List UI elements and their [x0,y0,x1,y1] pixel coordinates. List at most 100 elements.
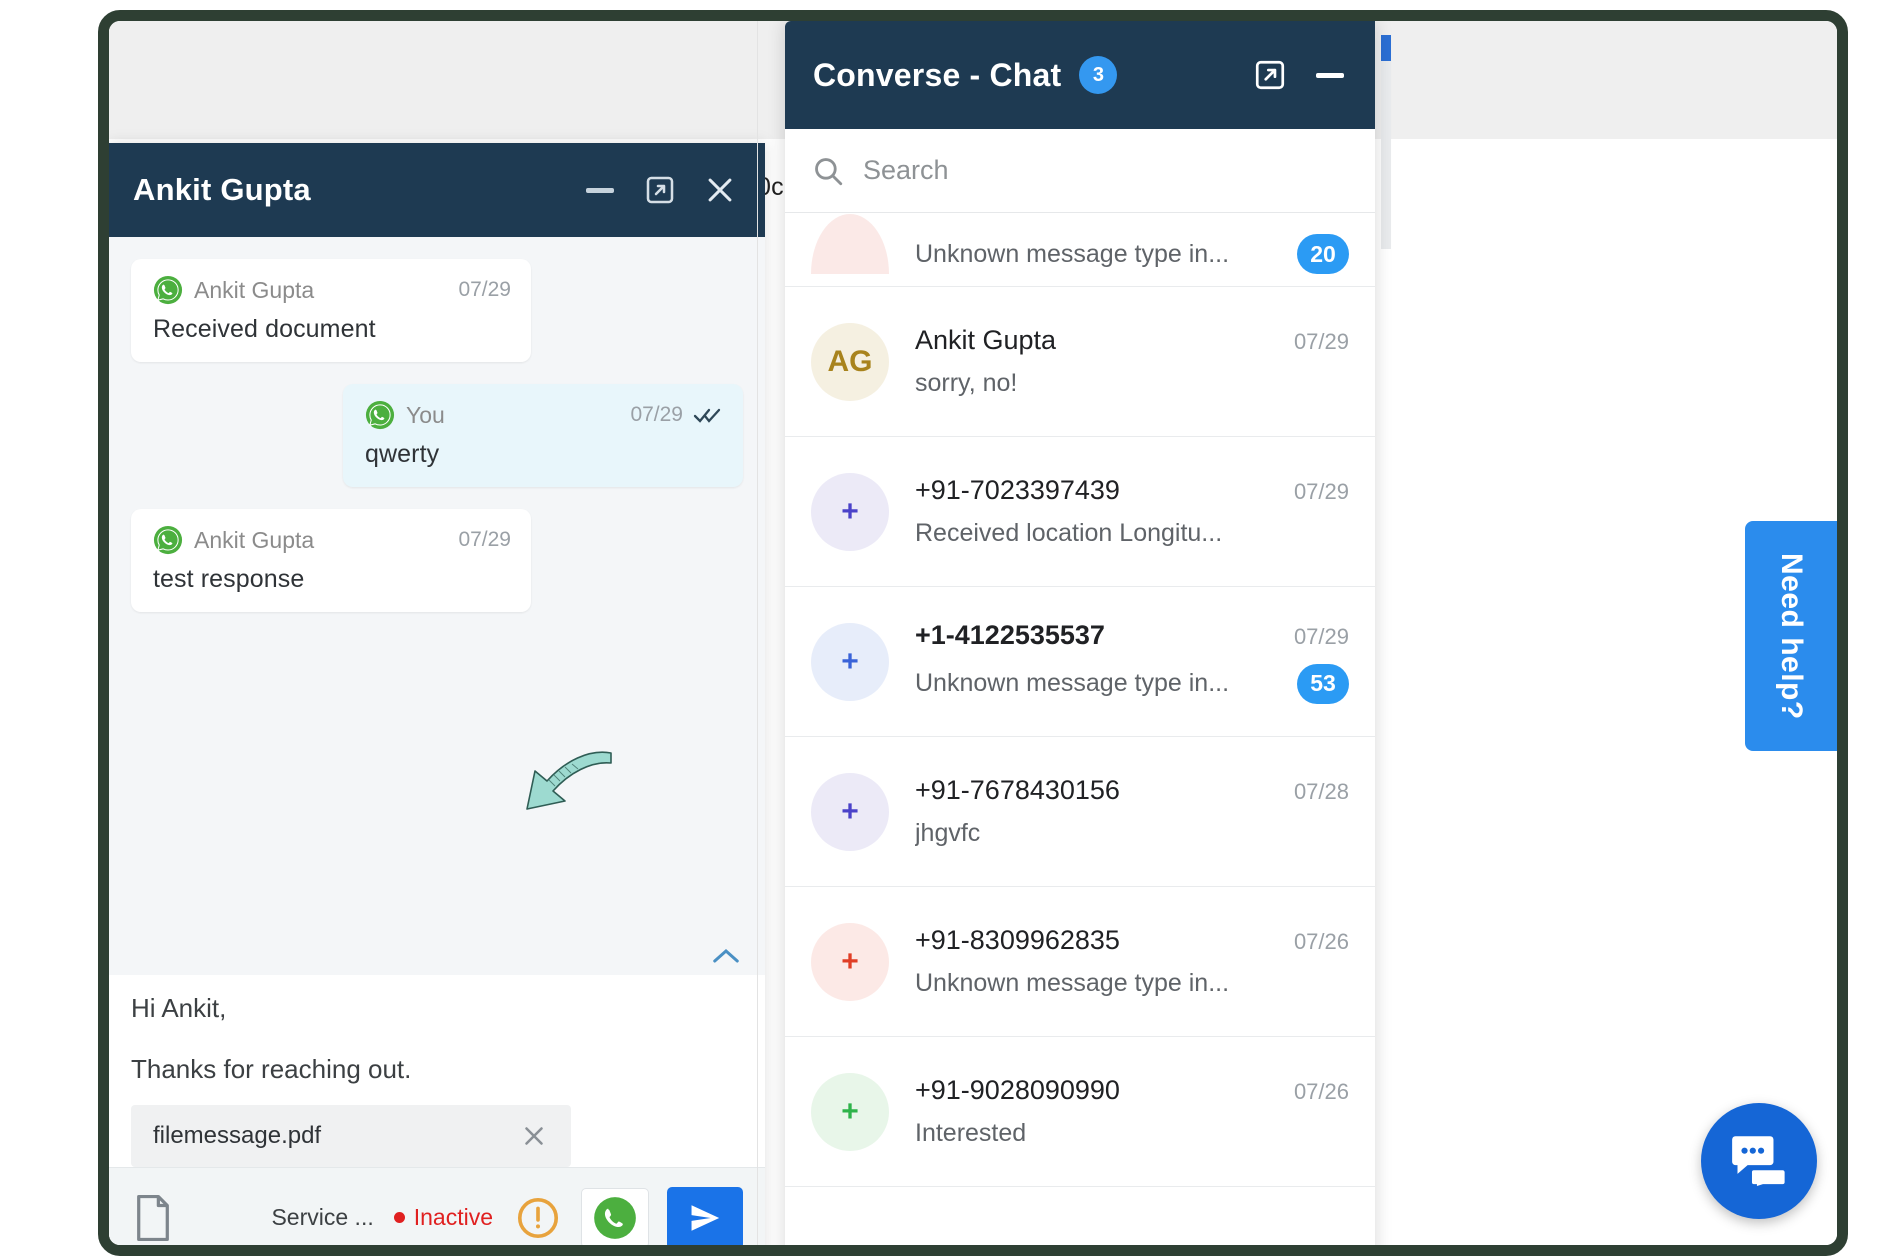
list-item-name: +91-7678430156 [915,775,1120,805]
list-item-preview-row: Unknown message type in... 20 [915,234,1349,274]
avatar-initials: + [841,644,859,678]
list-item[interactable]: Unknown message type in... 20 [785,213,1375,287]
list-item-content: Ankit Gupta 07/29 sorry, no! [915,325,1349,398]
list-item-title-row: +91-8309962835 07/26 [915,925,1349,956]
frame-inner: 0c Ankit Gupta Ankit Gupta 07/29 Receive… [109,21,1837,1245]
chevron-up-icon [713,948,739,963]
unread-badge: 20 [1297,234,1349,274]
message-text: Received document [153,315,376,343]
attachment-chip[interactable]: filemessage.pdf [131,1105,571,1167]
screenshot-root: 0c Ankit Gupta Ankit Gupta 07/29 Receive… [0,0,1904,1260]
attachment-filename: filemessage.pdf [153,1122,322,1149]
scroll-up-button[interactable] [709,941,743,971]
whatsapp-icon [594,1196,636,1239]
page-scrollbar-track[interactable] [1381,35,1391,249]
list-item-date: 07/26 [1293,1079,1349,1104]
list-item-name: +91-9028090990 [915,1075,1120,1105]
list-item-date: 07/29 [1293,329,1349,354]
minimize-icon [586,187,614,193]
message-sender: Ankit Gupta [194,276,315,303]
message-row: Ankit Gupta 07/29 Received document [131,259,743,362]
message-row: You 07/29 qwerty [131,384,743,487]
list-item-content: +1-4122535537 07/29 Unknown message type… [915,620,1349,704]
list-item[interactable]: + +91-8309962835 07/26 Unknown message t… [785,887,1375,1037]
converse-header: Converse - Chat 3 [785,21,1375,129]
list-item-date: 07/29 [1293,623,1349,649]
list-item-title-row: +91-7678430156 07/28 [915,775,1349,806]
list-item-title-row: +1-4122535537 07/29 [915,620,1349,651]
need-help-tab[interactable]: Need help? [1745,521,1837,751]
list-item[interactable]: + +1-4122535537 07/29 Unknown message ty… [785,587,1375,737]
list-item[interactable]: AG Ankit Gupta 07/29 sorry, no! [785,287,1375,437]
whatsapp-icon [153,525,183,555]
message-thread[interactable]: Ankit Gupta 07/29 Received document You … [109,237,765,975]
message-time: 07/29 [458,528,511,551]
status-dot [393,1212,405,1223]
chat-minimize-button[interactable] [577,167,623,213]
composer-line-2: Thanks for reaching out. [131,1054,412,1084]
list-item-preview-row: sorry, no! [915,369,1349,398]
close-icon [708,178,732,202]
message-composer[interactable]: Hi Ankit, Thanks for reaching out. filem… [109,975,765,1167]
list-item-preview: Unknown message type in... [915,969,1230,997]
converse-search-bar[interactable] [785,129,1375,213]
list-item-preview-row: Interested [915,1119,1349,1148]
avatar: + [811,922,889,1001]
chat-window-header: Ankit Gupta [109,143,765,237]
list-item-date: 07/28 [1293,779,1349,804]
whatsapp-icon [153,275,183,305]
list-item[interactable]: + +91-9028090990 07/26 Interested [785,1037,1375,1187]
avatar-initials: AG [827,344,873,378]
list-item-content: +91-9028090990 07/26 Interested [915,1075,1349,1148]
chat-status-bar: Service ... Inactive [109,1167,765,1245]
message-bubble: Ankit Gupta 07/29 Received document [131,259,531,362]
search-input[interactable] [863,155,1349,186]
list-item-title-row: +91-9028090990 07/26 [915,1075,1349,1106]
avatar: AG [811,322,889,401]
message-sender: You [406,401,445,428]
avatar: + [811,472,889,551]
send-button[interactable] [667,1186,743,1245]
whatsapp-channel-button[interactable] [581,1187,649,1245]
double-check-icon [693,408,721,423]
converse-title: Converse - Chat [813,56,1062,93]
list-item[interactable]: + +91-7678430156 07/28 jhgvfc [785,737,1375,887]
warning-button[interactable] [515,1195,561,1241]
list-item-preview: Unknown message type in... [915,669,1230,697]
message-text: qwerty [365,440,440,468]
document-icon [137,1194,169,1241]
list-item[interactable]: + +91-7023397439 07/29 Received location… [785,437,1375,587]
status-badge: Inactive [413,1204,493,1230]
page-scrollbar-thumb[interactable] [1381,35,1391,61]
avatar: + [811,772,889,851]
list-item-name: Ankit Gupta [915,325,1057,355]
message-row: Ankit Gupta 07/29 test response [131,509,743,612]
unread-badge: 53 [1297,663,1349,704]
list-item-name: +1-4122535537 [915,619,1105,650]
message-meta: Ankit Gupta 07/29 [153,525,511,555]
conversation-list[interactable]: Unknown message type in... 20 AG Ankit G… [785,213,1375,1245]
avatar-initials: + [841,794,859,828]
list-item-preview: Received location Longitu... [915,519,1223,547]
list-item-title-row: +91-7023397439 07/29 [915,475,1349,506]
list-item-preview-row: Received location Longitu... [915,519,1349,548]
attachment-remove-button[interactable] [519,1121,549,1151]
message-meta: Ankit Gupta 07/29 [153,275,511,305]
chat-popout-button[interactable] [637,167,683,213]
converse-minimize-button[interactable] [1307,52,1353,98]
avatar [811,214,889,274]
chat-close-button[interactable] [697,167,743,213]
list-item-preview: Unknown message type in... [915,239,1230,268]
contact-chat-window: Ankit Gupta Ankit Gupta 07/29 Received d… [109,143,765,1245]
list-item-preview: Interested [915,1119,1027,1147]
attach-file-button[interactable] [131,1193,175,1243]
avatar: + [811,1072,889,1151]
converse-popout-button[interactable] [1247,52,1293,98]
message-text: test response [153,565,305,593]
list-item-date: 07/26 [1293,929,1349,954]
chat-fab-button[interactable] [1701,1103,1817,1219]
avatar: + [811,622,889,701]
need-help-label: Need help? [1775,552,1808,720]
minimize-icon [1316,72,1344,78]
message-bubble: You 07/29 qwerty [343,384,743,487]
